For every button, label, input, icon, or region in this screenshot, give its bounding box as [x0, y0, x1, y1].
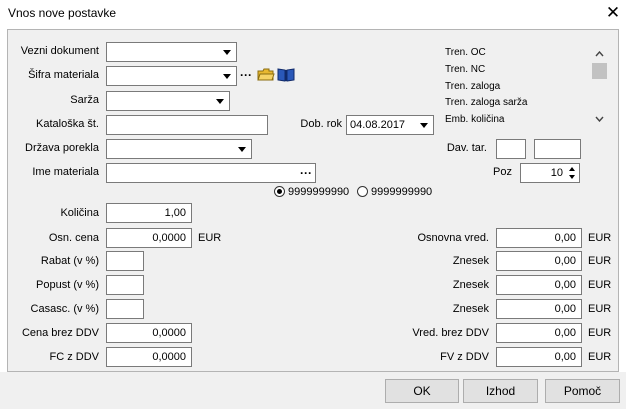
ok-button[interactable]: OK: [385, 379, 459, 403]
osn-cena-label: Osn. cena: [48, 232, 99, 244]
dropdown-arrow-icon[interactable]: [216, 99, 224, 104]
vred-brez-ddv-value: 0,00: [554, 327, 576, 339]
info-item: Tren. zaloga: [445, 81, 501, 92]
info-item: Tren. NC: [445, 64, 486, 75]
fv-z-ddv-currency: EUR: [588, 351, 612, 363]
poz-label: Poz: [493, 166, 512, 178]
osn-cena-value: 0,0000: [152, 232, 186, 244]
dob-rok-value: 04.08.2017: [350, 119, 406, 131]
sarza-select[interactable]: [106, 91, 230, 111]
radio-option-1[interactable]: [274, 186, 285, 197]
casasc-label: Casasc. (v %): [30, 303, 99, 315]
sifra-materiala-label: Šifra materiala: [28, 69, 99, 81]
fc-z-ddv-value: 0,0000: [152, 351, 186, 363]
znesek-rabat-currency: EUR: [588, 255, 612, 267]
znesek-popust-label: Znesek: [452, 279, 489, 291]
cena-brez-ddv-input[interactable]: 0,0000: [106, 323, 192, 343]
ime-more-button[interactable]: ···: [300, 166, 312, 180]
sifra-materiala-select[interactable]: [106, 66, 237, 86]
drzava-select[interactable]: [106, 139, 252, 159]
kolicina-value: 1,00: [164, 207, 186, 219]
znesek-casasc-label: Znesek: [452, 303, 489, 315]
pomoc-button[interactable]: Pomoč: [545, 379, 620, 403]
fv-z-ddv-input[interactable]: 0,00: [496, 347, 582, 367]
osnovna-vred-value: 0,00: [554, 232, 576, 244]
folder-icon[interactable]: [257, 67, 275, 82]
izhod-button[interactable]: Izhod: [463, 379, 538, 403]
vred-brez-ddv-input[interactable]: 0,00: [496, 323, 582, 343]
info-item: Emb. količina: [445, 114, 505, 125]
popust-input[interactable]: [106, 275, 144, 295]
fc-z-ddv-label: FC z DDV: [49, 351, 100, 363]
book-icon[interactable]: [277, 67, 295, 82]
info-item: Tren. zaloga sarža: [445, 97, 528, 108]
drzava-label: Država porekla: [25, 142, 99, 154]
fv-z-ddv-value: 0,00: [554, 351, 576, 363]
info-panel: Tren. OC Tren. NC Tren. zaloga Tren. zal…: [438, 42, 609, 128]
window-title: Vnos nove postavke: [8, 6, 117, 20]
info-scrollbar[interactable]: [591, 46, 608, 128]
vezni-dokument-select[interactable]: [106, 42, 237, 62]
ime-materiala-input[interactable]: ···: [106, 163, 316, 183]
dropdown-arrow-icon[interactable]: [238, 147, 246, 152]
znesek-rabat-value: 0,00: [554, 255, 576, 267]
dropdown-arrow-icon[interactable]: [223, 50, 231, 55]
poz-spinner[interactable]: 10: [520, 163, 580, 183]
znesek-casasc-input[interactable]: 0,00: [496, 299, 582, 319]
dob-rok-label: Dob. rok: [300, 118, 342, 130]
vezni-dokument-label: Vezni dokument: [20, 45, 99, 57]
close-icon[interactable]: ✕: [602, 2, 624, 24]
radio-option-2[interactable]: [357, 186, 368, 197]
znesek-popust-currency: EUR: [588, 279, 612, 291]
osnovna-vred-currency: EUR: [588, 232, 612, 244]
kataloska-label: Kataloška št.: [36, 118, 99, 130]
osnovna-vred-input[interactable]: 0,00: [496, 228, 582, 248]
dropdown-arrow-icon[interactable]: [420, 123, 428, 128]
cena-brez-ddv-label: Cena brez DDV: [21, 327, 99, 339]
rabat-input[interactable]: [106, 251, 144, 271]
vred-brez-ddv-currency: EUR: [588, 327, 612, 339]
dav-tar-label: Dav. tar.: [446, 142, 487, 154]
znesek-casasc-value: 0,00: [554, 303, 576, 315]
znesek-popust-input[interactable]: 0,00: [496, 275, 582, 295]
popust-label: Popust (v %): [36, 279, 99, 291]
scroll-down-icon[interactable]: [595, 116, 604, 122]
dropdown-arrow-icon[interactable]: [223, 74, 231, 79]
scrollbar-thumb[interactable]: [592, 63, 607, 79]
kataloska-input[interactable]: [106, 115, 268, 135]
znesek-popust-value: 0,00: [554, 279, 576, 291]
cena-brez-ddv-value: 0,0000: [152, 327, 186, 339]
znesek-rabat-label: Znesek: [452, 255, 489, 267]
scroll-up-icon[interactable]: [595, 51, 604, 57]
sarza-label: Sarža: [70, 94, 99, 106]
sifra-more-button[interactable]: ···: [240, 68, 252, 82]
kolicina-label: Količina: [60, 207, 99, 219]
osn-cena-input[interactable]: 0,0000: [106, 228, 192, 248]
dav-tar-input-2[interactable]: [534, 139, 581, 159]
casasc-input[interactable]: [106, 299, 144, 319]
fc-z-ddv-input[interactable]: 0,0000: [106, 347, 192, 367]
poz-value: 10: [550, 167, 563, 179]
znesek-casasc-currency: EUR: [588, 303, 612, 315]
dav-tar-input-1[interactable]: [496, 139, 526, 159]
radio-option-1-label: 9999999990: [288, 186, 350, 198]
vred-brez-ddv-label: Vred. brez DDV: [412, 327, 489, 339]
osnovna-vred-label: Osnovna vred.: [417, 232, 489, 244]
dob-rok-datepicker[interactable]: 04.08.2017: [346, 115, 434, 135]
rabat-label: Rabat (v %): [40, 255, 99, 267]
znesek-rabat-input[interactable]: 0,00: [496, 251, 582, 271]
ime-materiala-label: Ime materiala: [32, 166, 99, 178]
osn-cena-currency: EUR: [198, 232, 222, 244]
fv-z-ddv-label: FV z DDV: [440, 351, 489, 363]
radio-option-2-label: 9999999990: [371, 186, 433, 198]
kolicina-input[interactable]: 1,00: [106, 203, 192, 223]
spinner-icon[interactable]: [568, 166, 576, 180]
info-item: Tren. OC: [445, 47, 486, 58]
